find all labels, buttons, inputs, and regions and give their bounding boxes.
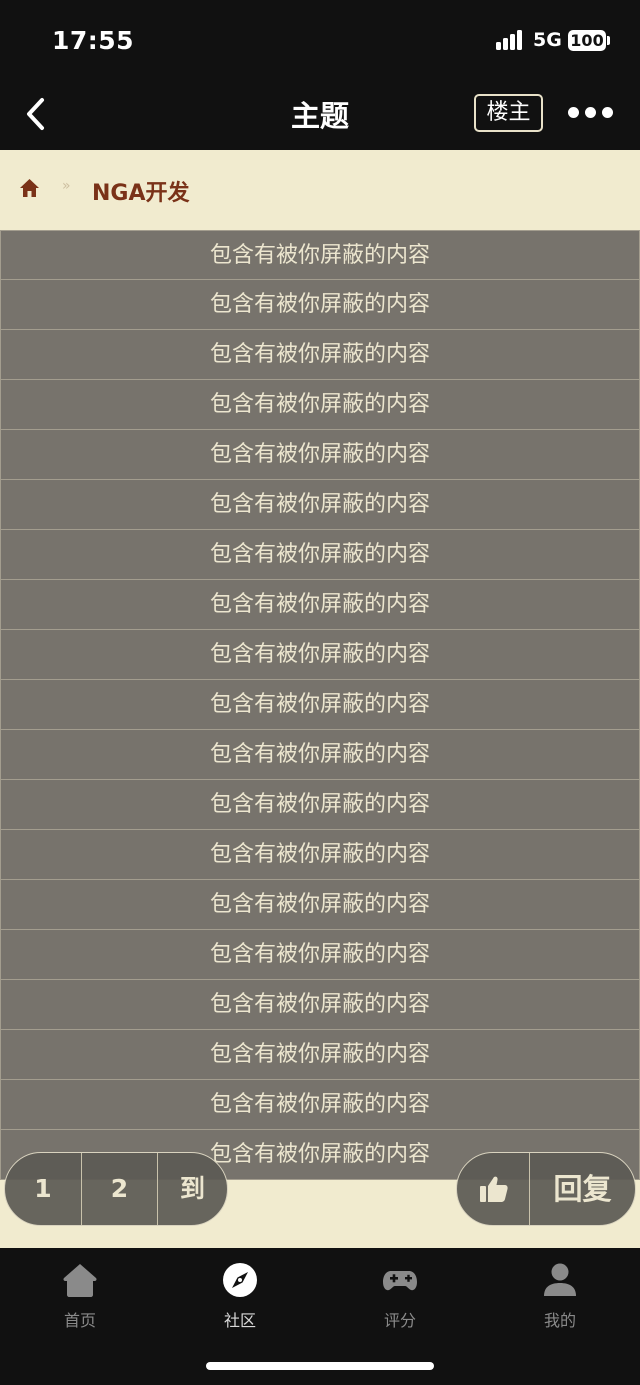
blocked-post-row[interactable]: 包含有被你屏蔽的内容 — [0, 480, 640, 530]
page-title: 主题 — [290, 99, 349, 133]
status-time: 17:55 — [52, 26, 135, 55]
home-icon[interactable] — [19, 178, 40, 199]
blocked-post-row[interactable]: 包含有被你屏蔽的内容 — [0, 430, 640, 480]
thumbs-up-icon — [479, 1175, 509, 1203]
pager: 1 2 到 — [4, 1152, 228, 1226]
battery-tip — [607, 36, 610, 45]
compass-icon — [222, 1262, 258, 1298]
blocked-post-row[interactable]: 包含有被你屏蔽的内容 — [0, 380, 640, 430]
blocked-post-row[interactable]: 包含有被你屏蔽的内容 — [0, 330, 640, 380]
user-icon — [542, 1262, 578, 1298]
blocked-post-row[interactable]: 包含有被你屏蔽的内容 — [0, 280, 640, 330]
gamepad-icon — [382, 1262, 418, 1298]
blocked-post-row[interactable]: 包含有被你屏蔽的内容 — [0, 580, 640, 630]
owner-only-button[interactable]: 楼主 — [474, 94, 543, 132]
tab-label: 评分 — [383, 1311, 416, 1330]
home-indicator — [206, 1362, 434, 1370]
reply-button[interactable]: 回复 — [530, 1153, 635, 1225]
breadcrumb-forum-link[interactable]: NGA开发 — [92, 175, 190, 207]
blocked-post-row[interactable]: 包含有被你屏蔽的内容 — [0, 1080, 640, 1130]
tab-community[interactable]: 社区 — [160, 1248, 320, 1348]
blocked-post-row[interactable]: 包含有被你屏蔽的内容 — [0, 1030, 640, 1080]
blocked-post-row[interactable]: 包含有被你屏蔽的内容 — [0, 230, 640, 280]
blocked-post-row[interactable]: 包含有被你屏蔽的内容 — [0, 780, 640, 830]
page-1-button[interactable]: 1 — [5, 1153, 81, 1225]
nav-bar: 主题 楼主 — [0, 80, 640, 150]
blocked-post-row[interactable]: 包含有被你屏蔽的内容 — [0, 680, 640, 730]
tab-profile[interactable]: 我的 — [480, 1248, 640, 1348]
post-list: 包含有被你屏蔽的内容 包含有被你屏蔽的内容 包含有被你屏蔽的内容 包含有被你屏蔽… — [0, 230, 640, 1180]
tab-home[interactable]: 首页 — [0, 1248, 160, 1348]
content-area: » NGA开发 包含有被你屏蔽的内容 包含有被你屏蔽的内容 包含有被你屏蔽的内容… — [0, 150, 640, 1248]
blocked-post-row[interactable]: 包含有被你屏蔽的内容 — [0, 630, 640, 680]
tab-label: 我的 — [543, 1311, 576, 1330]
tab-rating[interactable]: 评分 — [320, 1248, 480, 1348]
blocked-post-row[interactable]: 包含有被你屏蔽的内容 — [0, 530, 640, 580]
breadcrumb-separator: » — [62, 178, 71, 194]
page-2-button[interactable]: 2 — [82, 1153, 157, 1225]
blocked-post-row[interactable]: 包含有被你屏蔽的内容 — [0, 830, 640, 880]
battery-icon: 100 — [568, 30, 606, 51]
status-bar: 17:55 5G 100 — [0, 0, 640, 80]
home-icon — [62, 1262, 98, 1298]
like-button[interactable] — [457, 1153, 529, 1225]
blocked-post-row[interactable]: 包含有被你屏蔽的内容 — [0, 930, 640, 980]
reply-group: 回复 — [456, 1152, 636, 1226]
tab-label: 社区 — [223, 1311, 256, 1330]
breadcrumb: » NGA开发 — [0, 150, 640, 230]
blocked-post-row[interactable]: 包含有被你屏蔽的内容 — [0, 880, 640, 930]
goto-page-button[interactable]: 到 — [158, 1153, 227, 1225]
tab-label: 首页 — [63, 1311, 96, 1330]
network-type: 5G — [533, 29, 562, 51]
blocked-post-row[interactable]: 包含有被你屏蔽的内容 — [0, 980, 640, 1030]
more-icon[interactable] — [568, 107, 614, 119]
signal-icon — [496, 30, 524, 50]
blocked-post-row[interactable]: 包含有被你屏蔽的内容 — [0, 730, 640, 780]
